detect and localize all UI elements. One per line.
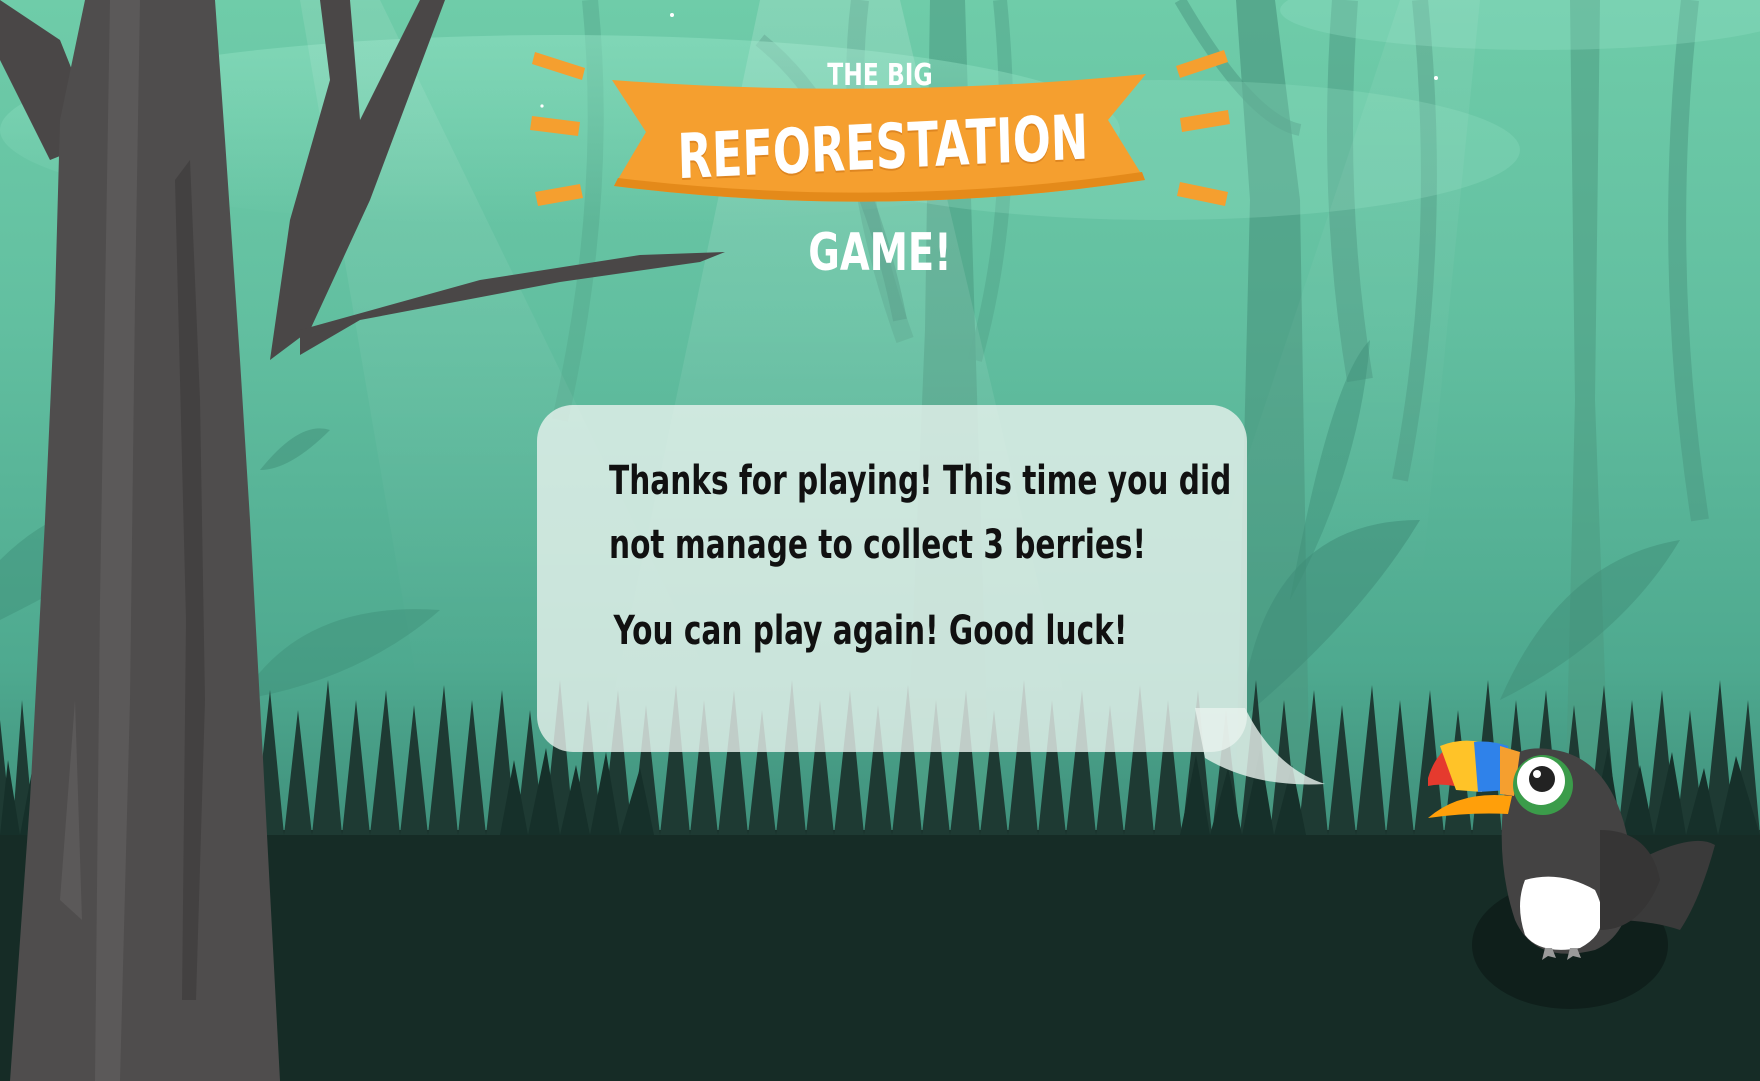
toucan-pupil [1529,766,1555,792]
game-scene: THE BIG REFORESTATION GAME! Thanks for p… [0,0,1760,1081]
toucan-beak [1428,740,1520,818]
toucan-icon [1428,740,1715,1009]
toucan-belly [1520,876,1603,950]
toucan-eye-shine [1533,770,1541,778]
